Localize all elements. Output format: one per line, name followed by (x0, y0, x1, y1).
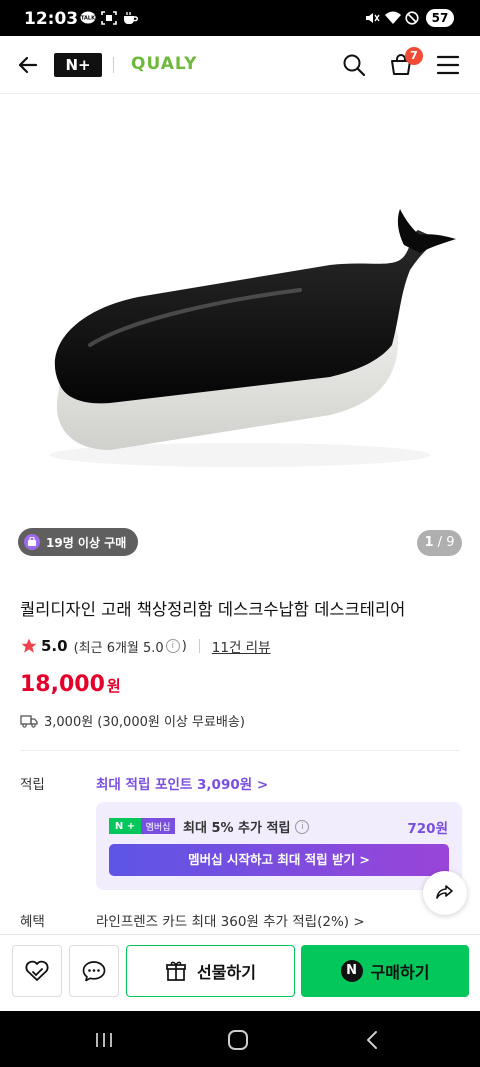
benefit-link[interactable]: 라인프렌즈 카드 최대 360원 추가 적립(2%) > (96, 910, 365, 930)
star-icon (21, 638, 37, 653)
brand-logo[interactable]: QUALY (131, 54, 197, 74)
svg-text:TALK: TALK (81, 16, 96, 22)
back-nav-icon[interactable] (364, 1030, 380, 1050)
battery-indicator: 57 (426, 9, 454, 27)
image-page-indicator: 1 / 9 (417, 530, 462, 556)
menu-icon[interactable] (436, 54, 460, 76)
rating-score: 5.0 (41, 637, 68, 655)
share-button[interactable] (423, 871, 467, 915)
info-icon[interactable]: i (165, 639, 180, 653)
price-value: 18,000 (20, 672, 105, 697)
purchase-count-text: 19명 이상 구매 (46, 535, 127, 550)
gift-label: 선물하기 (197, 963, 256, 982)
home-icon[interactable] (227, 1030, 249, 1050)
purchase-count-badge: 19명 이상 구매 (18, 528, 139, 556)
buy-label: 구매하기 (370, 963, 430, 982)
naver-pay-icon: N (340, 960, 363, 982)
back-arrow-icon[interactable] (16, 53, 40, 77)
membership-extra: 최대 5% 추가 적립 i (183, 817, 310, 836)
bottom-action-bar: 선물하기 N 구매하기 (0, 934, 480, 1011)
product-price: 18,000 원 (20, 672, 121, 697)
benefit-label: 혜택 (20, 914, 45, 930)
status-time: 12:03 (24, 9, 79, 29)
page-current: 1 (424, 535, 434, 550)
membership-box: N + 멤버십 최대 5% 추가 적립 i 720원 멤버십 시작하고 최대 적… (96, 802, 462, 890)
rating-detail: (최근 6개월 5.0 (73, 640, 164, 656)
naver-plus-logo[interactable]: N+ (54, 53, 102, 77)
membership-extra-text: 최대 5% 추가 적립 (183, 821, 291, 836)
info-icon[interactable]: i (295, 819, 310, 834)
talk-icon: TALK (80, 11, 96, 24)
rating-row: 5.0 (최근 6개월 5.0 i ) 11건 리뷰 (20, 636, 271, 656)
recent-apps-icon[interactable] (94, 1031, 114, 1049)
talk-button[interactable] (69, 945, 119, 997)
status-bar: 12:03 TALK 57 (0, 0, 480, 36)
buy-button[interactable]: N 구매하기 (301, 945, 469, 997)
search-icon[interactable] (342, 53, 366, 77)
cart-count-badge: 7 (405, 47, 423, 65)
product-title: 퀄리디자인 고래 책상정리함 데스크수납함 데스크테리어 (20, 600, 406, 619)
points-label: 적립 (20, 777, 45, 793)
product-photo-whale (50, 209, 456, 467)
chat-icon (82, 961, 106, 982)
wifi-icon (385, 11, 401, 24)
section-divider (20, 750, 460, 751)
membership-start-button[interactable]: 멤버십 시작하고 최대 적립 받기 > (109, 844, 449, 876)
naver-plus-membership-tag: N + 멤버십 (109, 818, 175, 834)
header-divider (113, 57, 114, 73)
membership-tag: 멤버십 (141, 818, 175, 834)
price-currency: 원 (106, 677, 121, 695)
bag-icon (24, 534, 40, 550)
heart-check-icon (25, 960, 49, 981)
rating-separator (198, 639, 200, 653)
do-not-disturb-icon (405, 11, 419, 25)
max-points-link[interactable]: 최대 적립 포인트 3,090원 > (96, 773, 268, 793)
reviews-link[interactable]: 11건 리뷰 (212, 636, 271, 656)
app-header: N+ QUALY 7 (0, 36, 480, 94)
product-image-gallery[interactable] (0, 95, 480, 575)
shipping-info: 3,000원 (30,000원 이상 무료배송) (20, 711, 245, 730)
shipping-text: 3,000원 (30,000원 이상 무료배송) (44, 715, 245, 730)
rating-detail-close: ) (181, 638, 187, 654)
truck-icon (20, 714, 38, 728)
coffee-icon (124, 12, 138, 24)
gift-button[interactable]: 선물하기 (126, 945, 295, 997)
page-total: 9 (446, 535, 455, 550)
system-nav-bar (0, 1011, 480, 1067)
mute-icon (366, 13, 380, 23)
np-mark: N + (109, 818, 141, 834)
gift-icon (166, 961, 186, 981)
screenshot-icon (101, 11, 117, 25)
wishlist-button[interactable] (12, 945, 62, 997)
share-icon (436, 885, 453, 899)
membership-points: 720원 (407, 821, 448, 837)
